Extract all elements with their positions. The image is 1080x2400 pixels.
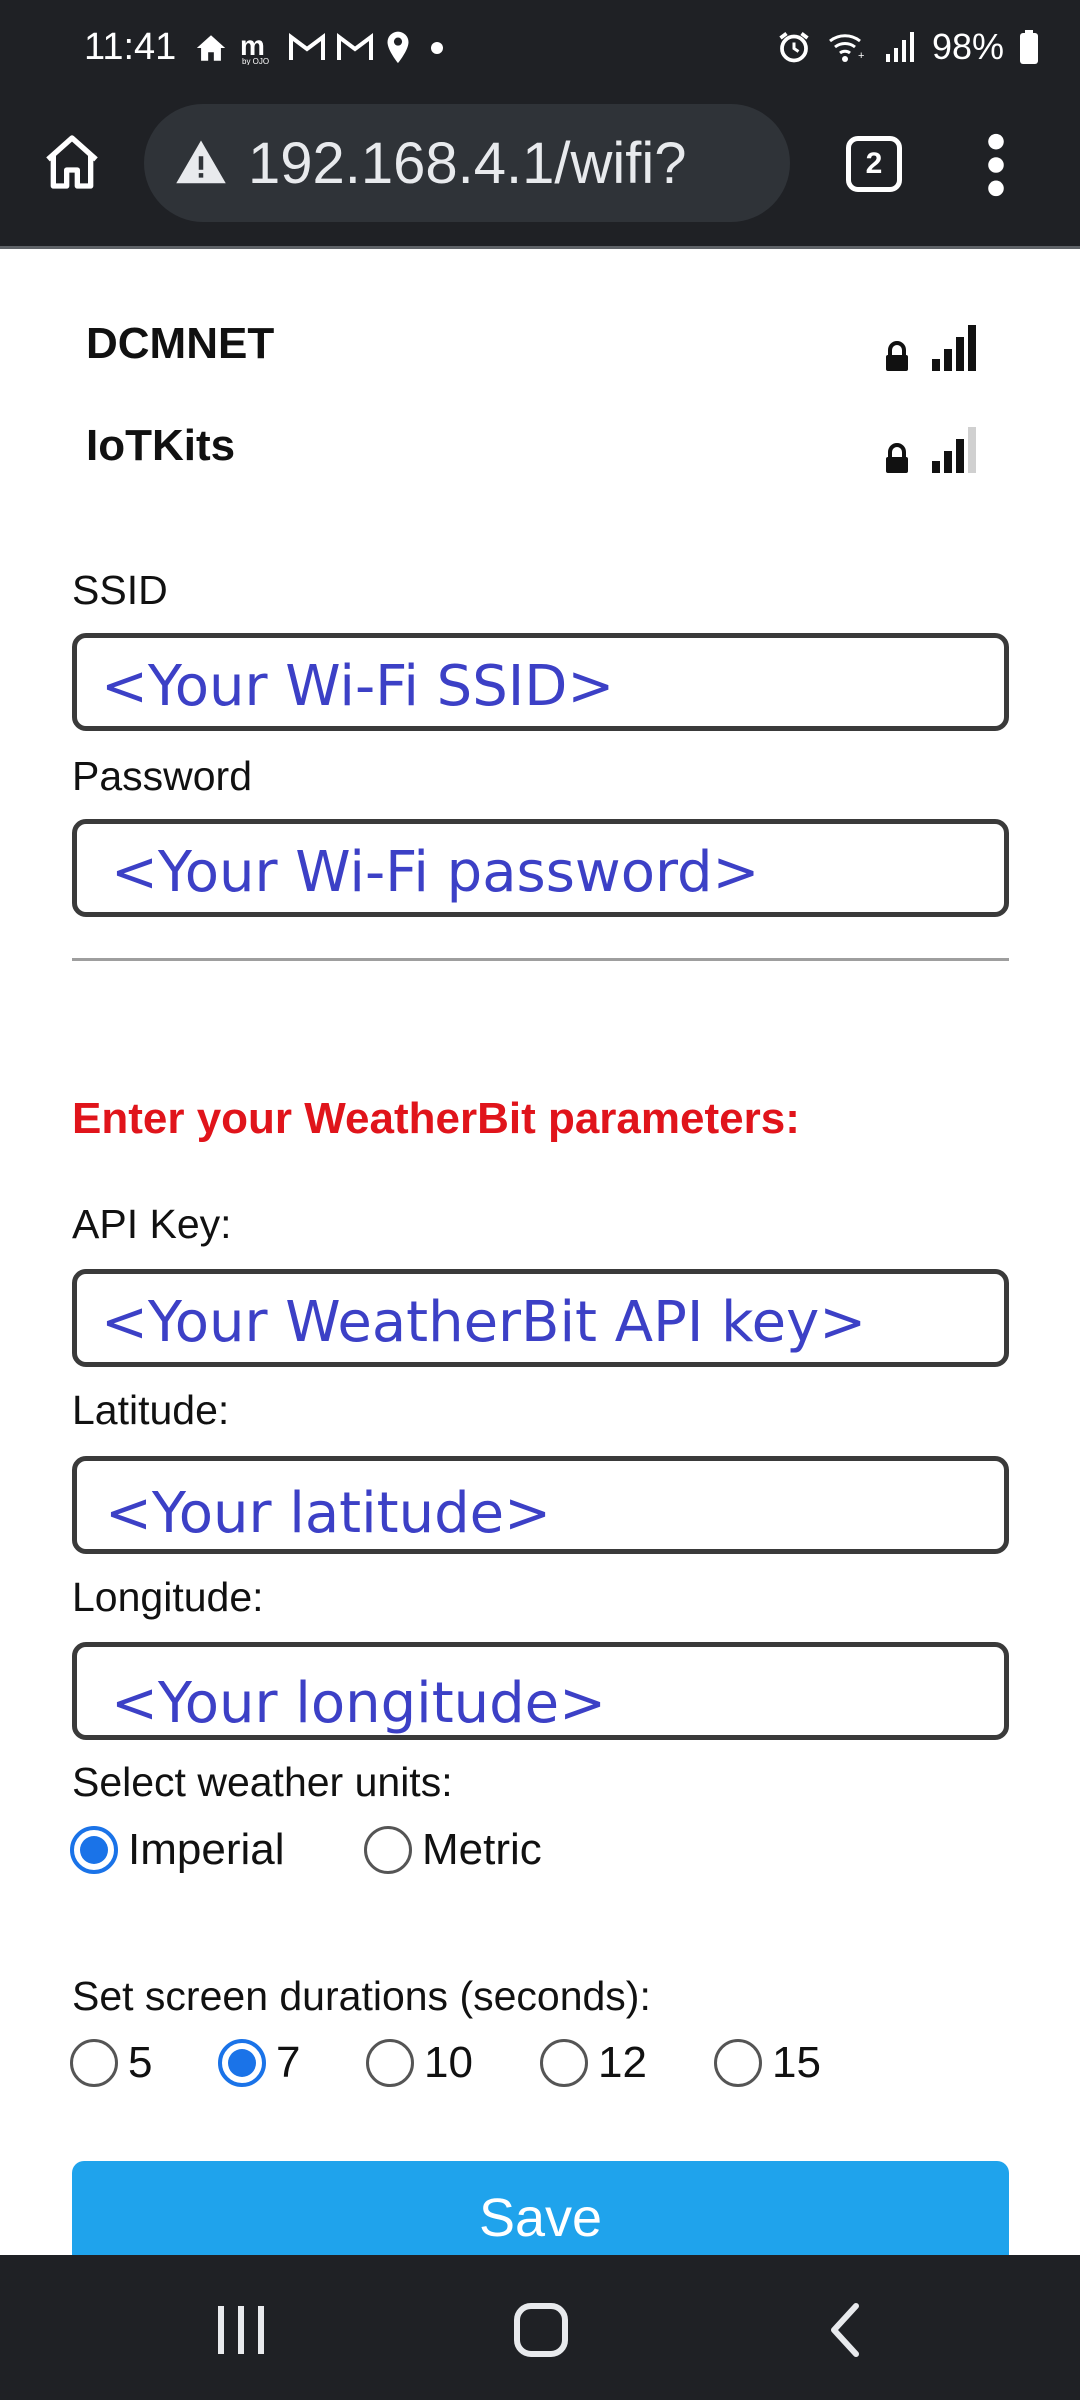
save-button[interactable]: Save <box>72 2161 1009 2255</box>
m-by-ojo-icon: mby OJO <box>240 31 269 65</box>
imperial-radio[interactable] <box>70 1826 118 1874</box>
duration-15-label[interactable]: 15 <box>772 2038 821 2088</box>
duration-option-5[interactable]: 5 <box>70 2038 152 2088</box>
url-text[interactable]: 192.168.4.1/wifi? <box>248 130 687 197</box>
duration-7-label[interactable]: 7 <box>276 2038 300 2088</box>
section-divider <box>72 958 1009 961</box>
battery-icon <box>1020 30 1038 64</box>
ssid-label: SSID <box>72 567 168 613</box>
api-key-label: API Key: <box>72 1201 232 1247</box>
more-menu-icon[interactable] <box>976 130 1016 200</box>
duration-7-radio[interactable] <box>218 2039 266 2087</box>
ssid-input[interactable]: <Your Wi-Fi SSID> <box>72 633 1009 731</box>
status-time: 11:41 <box>84 26 177 68</box>
network-name[interactable]: DCMNET <box>86 319 274 369</box>
duration-15-radio[interactable] <box>714 2039 762 2087</box>
notification-icons: m by OJO <box>194 30 452 66</box>
home-nav-button[interactable] <box>496 2295 586 2365</box>
duration-option-15[interactable]: 15 <box>714 2038 821 2088</box>
page-content: DCMNET IoTKits SSID <Your Wi-Fi SSID> Pa… <box>0 249 1080 2255</box>
network-status <box>884 425 980 475</box>
home-icon <box>196 35 226 61</box>
location-icon <box>387 31 409 64</box>
units-option-imperial[interactable]: Imperial <box>70 1825 285 1875</box>
network-item[interactable]: DCMNET <box>86 299 986 389</box>
back-button[interactable] <box>800 2295 890 2365</box>
duration-label: Set screen durations (seconds): <box>72 1973 651 2019</box>
password-label: Password <box>72 753 253 799</box>
browser-chrome: 11:41 m by OJO + 98% 192.168.4.1/wifi? 2 <box>0 0 1080 249</box>
recent-apps-icon[interactable] <box>216 2304 266 2356</box>
longitude-input[interactable]: <Your longitude> <box>72 1642 1009 1740</box>
battery-percent: 98% <box>931 26 1004 67</box>
duration-option-12[interactable]: 12 <box>540 2038 647 2088</box>
api-key-input[interactable]: <Your WeatherBit API key> <box>72 1269 1009 1367</box>
duration-5-label[interactable]: 5 <box>128 2038 152 2088</box>
signal-strength-icon <box>932 427 976 473</box>
longitude-placeholder: <Your longitude> <box>111 1671 607 1736</box>
latitude-placeholder: <Your latitude> <box>105 1481 552 1546</box>
imperial-radio-label[interactable]: Imperial <box>128 1825 285 1875</box>
browser-toolbar: 192.168.4.1/wifi? 2 <box>0 100 1080 246</box>
dot-icon <box>431 42 443 54</box>
units-label: Select weather units: <box>72 1759 453 1805</box>
gmail-icon <box>337 33 373 60</box>
recent-apps-button[interactable] <box>196 2295 286 2365</box>
longitude-label: Longitude: <box>72 1574 264 1620</box>
gmail-icon <box>289 33 325 60</box>
latitude-label: Latitude: <box>72 1387 230 1433</box>
network-name[interactable]: IoTKits <box>86 421 235 471</box>
svg-text:+: + <box>858 50 864 62</box>
api-key-placeholder: <Your WeatherBit API key> <box>101 1290 867 1355</box>
units-option-metric[interactable]: Metric <box>364 1825 542 1875</box>
duration-10-radio[interactable] <box>366 2039 414 2087</box>
metric-radio-label[interactable]: Metric <box>422 1825 542 1875</box>
password-input[interactable]: <Your Wi-Fi password> <box>72 819 1009 917</box>
svg-text:by OJO: by OJO <box>242 57 269 65</box>
duration-10-label[interactable]: 10 <box>424 2038 473 2088</box>
home-button-icon[interactable] <box>40 130 104 194</box>
address-bar[interactable]: 192.168.4.1/wifi? <box>144 104 790 222</box>
system-icons: + 98% <box>776 26 1040 68</box>
status-bar: 11:41 m by OJO + 98% <box>0 0 1080 100</box>
alarm-icon <box>779 32 809 63</box>
lock-icon <box>886 341 908 371</box>
not-secure-warning-icon[interactable] <box>174 136 228 190</box>
network-status <box>884 323 980 373</box>
cell-signal-icon <box>885 32 914 62</box>
metric-radio[interactable] <box>364 1826 412 1874</box>
duration-12-radio[interactable] <box>540 2039 588 2087</box>
latitude-input[interactable]: <Your latitude> <box>72 1456 1009 1554</box>
wifi-calling-icon: + <box>829 34 864 62</box>
duration-5-radio[interactable] <box>70 2039 118 2087</box>
duration-option-10[interactable]: 10 <box>366 2038 473 2088</box>
ssid-placeholder: <Your Wi-Fi SSID> <box>101 654 615 719</box>
back-icon[interactable] <box>828 2302 862 2358</box>
password-placeholder: <Your Wi-Fi password> <box>111 840 760 905</box>
duration-option-7[interactable]: 7 <box>218 2038 300 2088</box>
lock-icon <box>886 443 908 473</box>
system-navigation-bar <box>0 2255 1080 2400</box>
home-nav-icon[interactable] <box>513 2302 569 2358</box>
signal-strength-icon <box>932 325 976 371</box>
weatherbit-section-title: Enter your WeatherBit parameters: <box>72 1094 800 1143</box>
tab-switcher-button[interactable]: 2 <box>846 136 902 192</box>
duration-12-label[interactable]: 12 <box>598 2038 647 2088</box>
network-item[interactable]: IoTKits <box>86 401 986 491</box>
